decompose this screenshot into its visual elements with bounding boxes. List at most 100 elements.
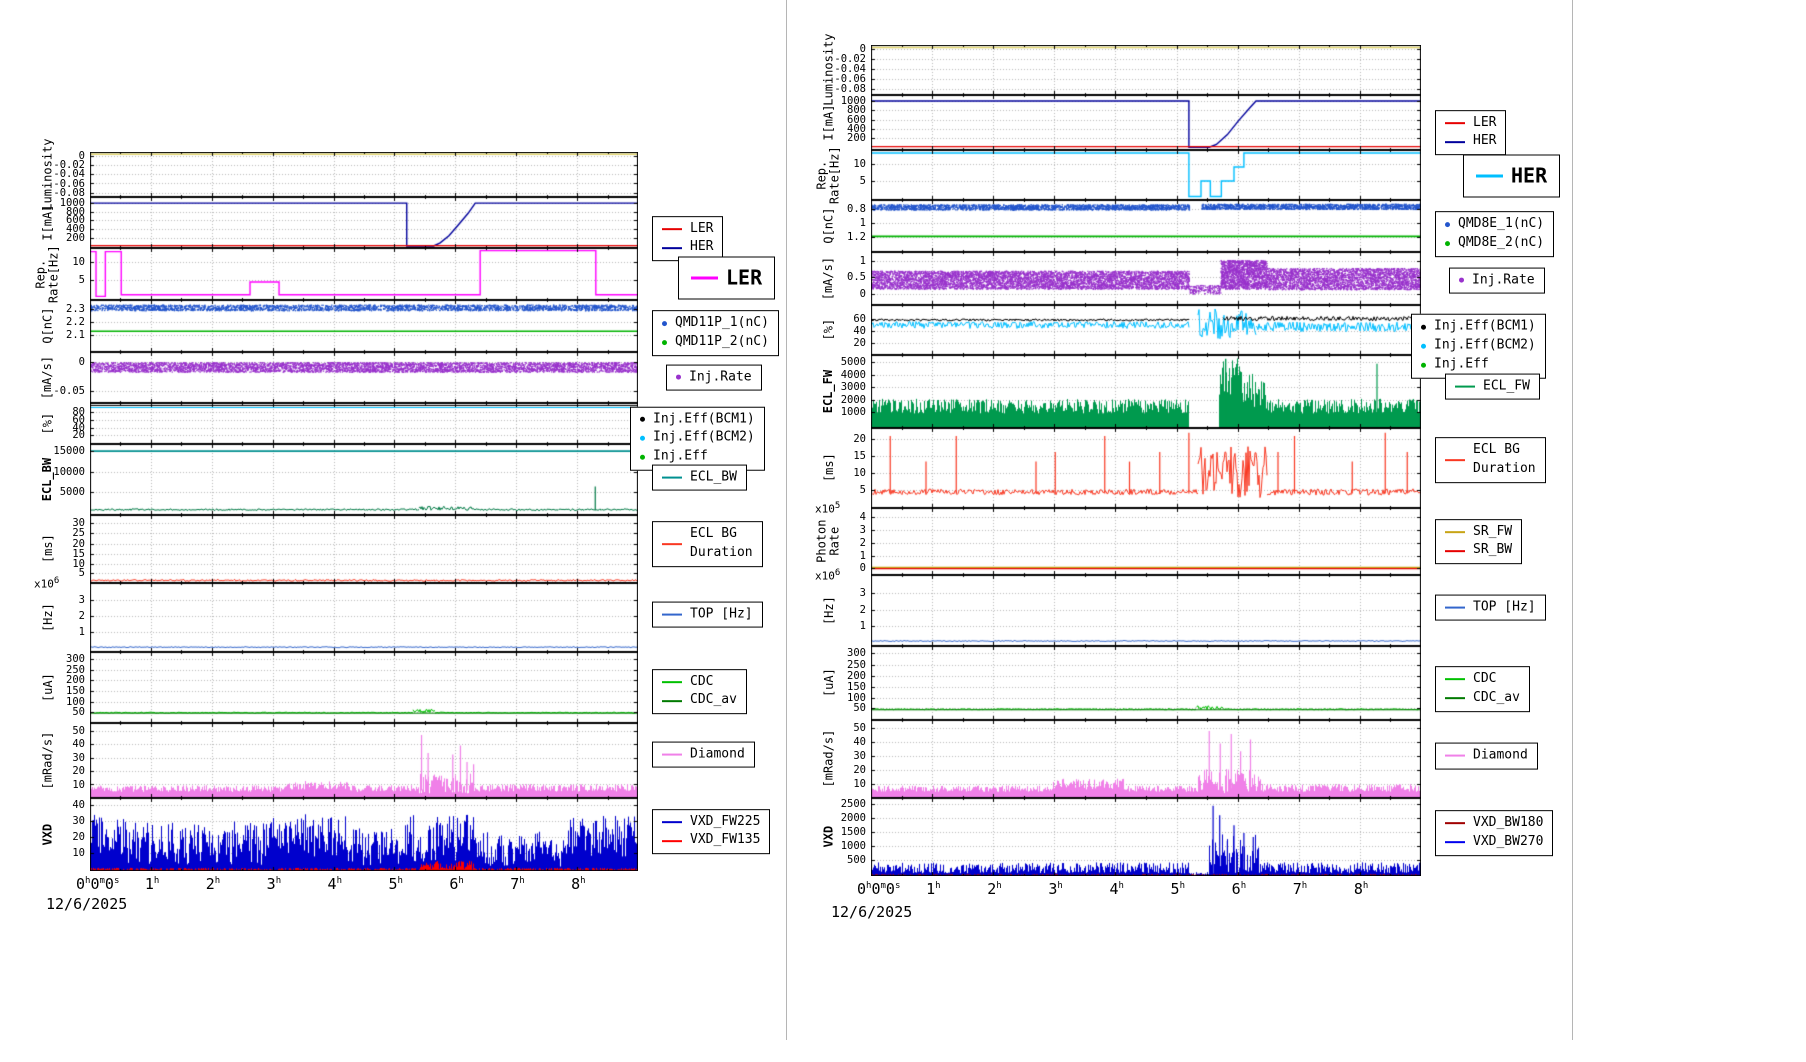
photon-rate-y-tick-label: 1 [787,550,866,562]
top-rate-y-tick-label: 1 [0,626,85,638]
time-unit: h [276,876,281,886]
legend-item: SR_FW [1445,523,1512,542]
legend-item: CDC [1445,670,1520,689]
ecl-bw-y-tick-label: 5000 [0,486,85,498]
legend-label: ECL BG Duration [1473,441,1536,479]
cdc-current-y-tick-label: 50 [0,706,85,718]
series-line-marker [1445,823,1465,825]
vxd-rate-y-tick-label: 1000 [787,840,866,852]
diamond-dose-y-tick-label: 40 [787,736,866,748]
legend-label: CDC [690,673,713,692]
vxd-rate-y-tick-label: 30 [0,815,85,827]
legend-item: HER [662,239,713,258]
cdc-current-y-tick-label: 50 [787,702,866,714]
legend-item: ECL BG Duration [662,525,753,563]
legend-label: VXD_BW270 [1473,833,1543,852]
legend-item: HER [1476,162,1547,191]
rep-rate-y-tick-label: 5 [0,274,85,286]
diamond-dose-y-tick-label: 30 [0,752,85,764]
vxd-rate-y-tick-label: 500 [787,854,866,866]
legend-inj-rate: Inj.Rate [666,364,762,391]
beam-current-y-tick-label: 200 [787,132,866,144]
legend-vxd-rate: VXD_BW180VXD_BW270 [1435,810,1553,856]
legend-ecl-bg-duration: ECL BG Duration [652,521,763,567]
time-tick-label: 3h [1048,880,1062,898]
diamond-dose-plot [90,723,638,798]
inj-rate-y-tick-label: 1 [787,255,866,267]
inj-eff-y-tick-label: 20 [787,337,866,349]
photon-rate-plot [871,508,1421,575]
beam-current-y-tick-label: 200 [0,232,85,244]
ecl-bg-duration-y-tick-label: 15 [787,450,866,462]
time-unit: h [1180,881,1185,891]
time-unit: h [1057,881,1062,891]
series-line-marker [1445,531,1465,533]
legend-label: QMD8E_2(nC) [1458,234,1544,253]
time-tick-label: 4h [328,875,342,893]
series-line-marker [662,477,682,479]
time-tick-label: 8h [571,875,585,893]
diamond-dose-plot [871,720,1421,798]
series-dot-marker [640,436,645,441]
legend-item: CDC_av [662,692,737,711]
series-line-marker [662,821,682,823]
rep-rate-plot [90,248,638,300]
top-rate-y-tick-label: 3 [787,587,866,599]
beam-current-plot [90,197,638,248]
legend-label: LER [1473,114,1496,133]
legend-item: LER [662,220,713,239]
legend-item: TOP [Hz] [662,605,753,624]
legend-item: QMD8E_1(nC) [1445,215,1544,234]
time-unit: h [458,876,463,886]
time-unit: h [85,876,90,886]
legend-item: VXD_BW270 [1445,833,1543,852]
legend-label: Diamond [690,745,745,764]
legend-top-rate: TOP [Hz] [652,601,763,628]
time-tick-label: 4h [1109,880,1123,898]
legend-label: ECL_FW [1483,377,1530,396]
time-unit: h [996,881,1001,891]
inj-eff-y-tick-label: 60 [787,313,866,325]
legend-label: VXD_FW135 [690,832,760,851]
legend-label: CDC_av [690,692,737,711]
inj-rate-y-tick-label: 0 [0,356,85,368]
legend-label: LER [690,220,713,239]
rep-rate-y-tick-label: 10 [787,158,866,170]
time-unit: h [215,876,220,886]
series-line-marker [662,754,682,756]
time-unit: h [580,876,585,886]
legend-label: SR_FW [1473,523,1512,542]
strip-chart-luminosity: Luminosity0-0.02-0.04-0.06-0.08 [0,152,786,197]
series-line-marker [1445,122,1465,124]
legend-label: HER [1473,133,1496,152]
legend-item: QMD8E_2(nC) [1445,234,1544,253]
legend-item: TOP [Hz] [1445,598,1536,617]
legend-inj-eff: Inj.Eff(BCM1)Inj.Eff(BCM2)Inj.Eff [1411,314,1546,379]
legend-top-rate: TOP [Hz] [1435,594,1546,621]
series-line-marker [662,247,682,249]
series-line-marker [662,614,682,616]
cdc-current-plot [871,646,1421,720]
time-tick-label: 8h [1354,880,1368,898]
vxd-rate-y-tick-label: 1500 [787,826,866,838]
date-label: 12/6/2025 [831,903,912,921]
ecl-fw-y-tick-label: 3000 [787,381,866,393]
legend-diamond-dose: Diamond [1435,743,1538,770]
time-unit: h [519,876,524,886]
panel-her-strip-charts: Luminosity0-0.02-0.04-0.06-0.08I[mA]1000… [787,0,1573,1040]
strip-chart-rep-rate: Rep. Rate[Hz]105 [787,150,1572,200]
legend-item: HER [1445,133,1496,152]
ecl-bg-duration-plot [90,515,638,583]
legend-label: QMD11P_2(nC) [675,333,769,352]
beam-current-plot [871,95,1421,150]
diamond-dose-y-tick-label: 10 [787,778,866,790]
ecl-bg-duration-y-tick-label: 5 [787,484,866,496]
time-unit: h [1118,881,1123,891]
bunch-charge-y-tick-label: 2.1 [0,329,85,341]
legend-item: CDC [662,673,737,692]
series-dot-marker [1421,362,1426,367]
legend-label: HER [690,239,713,258]
legend-label: Inj.Eff(BCM2) [1434,337,1536,356]
exponent: 5 [835,501,840,511]
legend-bunch-charge: QMD11P_1(nC)QMD11P_2(nC) [652,310,779,356]
